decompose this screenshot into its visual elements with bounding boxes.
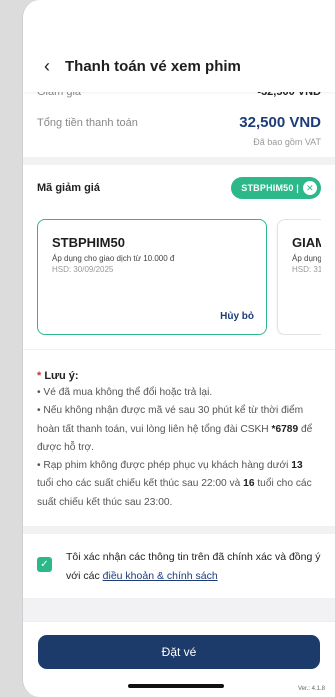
terms-link[interactable]: điều khoản & chính sách bbox=[103, 570, 218, 582]
book-ticket-button[interactable]: Đặt vé bbox=[38, 635, 320, 669]
total-label: Tổng tiền thanh toán bbox=[37, 116, 138, 129]
vat-note: Đã bao gồm VAT bbox=[253, 137, 321, 147]
voucher-list: STBPHIM50 Áp dụng cho giao dịch từ 10.00… bbox=[37, 219, 321, 335]
close-icon[interactable]: ✕ bbox=[303, 181, 317, 195]
total-row: Tổng tiền thanh toán 32,500 VND bbox=[37, 114, 321, 131]
voucher-card[interactable]: GIAM Áp dụng HSD: 31 bbox=[277, 219, 321, 335]
voucher-card-selected[interactable]: STBPHIM50 Áp dụng cho giao dịch từ 10.00… bbox=[37, 219, 267, 335]
page-title: Thanh toán vé xem phim bbox=[65, 57, 241, 75]
voucher-expiry: HSD: 31 bbox=[292, 265, 321, 274]
voucher-description: Áp dụng bbox=[292, 254, 321, 263]
app-header: ‹ Thanh toán vé xem phim bbox=[23, 40, 335, 92]
home-indicator bbox=[128, 684, 224, 688]
voucher-section: Mã giảm giá STBPHIM50 | ✕ STBPHIM50 Áp d… bbox=[23, 165, 335, 349]
terms-confirmation: ✓ Tôi xác nhận các thông tin trên đã chí… bbox=[23, 534, 335, 599]
hotline-number: *6789 bbox=[271, 423, 299, 435]
phone-screen: ‹ Thanh toán vé xem phim Giảm giá -32,50… bbox=[22, 0, 335, 697]
applied-voucher-code: STBPHIM50 | bbox=[241, 183, 299, 193]
notes-title: * Lưu ý: bbox=[37, 370, 79, 382]
total-value: 32,500 VND bbox=[239, 114, 321, 131]
voucher-code: STBPHIM50 bbox=[52, 235, 125, 250]
notes-text: • Vé đã mua không thể đổi hoặc trả lại. … bbox=[37, 387, 313, 508]
voucher-expiry: HSD: 30/09/2025 bbox=[52, 265, 114, 274]
confirm-text: Tôi xác nhận các thông tin trên đã chính… bbox=[66, 551, 321, 583]
voucher-header: Mã giảm giá STBPHIM50 | ✕ bbox=[37, 177, 321, 199]
agree-checkbox[interactable]: ✓ bbox=[37, 557, 52, 573]
applied-voucher-chip[interactable]: STBPHIM50 | ✕ bbox=[231, 177, 321, 199]
payment-summary: Giảm giá -32,500 VND Tổng tiền thanh toá… bbox=[23, 86, 335, 157]
notes-section: * Lưu ý: • Vé đã mua không thể đổi hoặc … bbox=[23, 349, 335, 527]
bottom-bar: Đặt vé Ver.: 4.1.8 bbox=[23, 621, 335, 697]
version-label: Ver.: 4.1.8 bbox=[297, 686, 325, 692]
voucher-description: Áp dụng cho giao dịch từ 10.000 đ bbox=[52, 254, 175, 263]
chevron-left-icon[interactable]: ‹ bbox=[37, 56, 57, 76]
voucher-label: Mã giảm giá bbox=[37, 182, 100, 194]
voucher-code: GIAM bbox=[292, 235, 321, 250]
cancel-voucher-button[interactable]: Hủy bỏ bbox=[220, 311, 254, 322]
status-bar bbox=[23, 0, 335, 40]
